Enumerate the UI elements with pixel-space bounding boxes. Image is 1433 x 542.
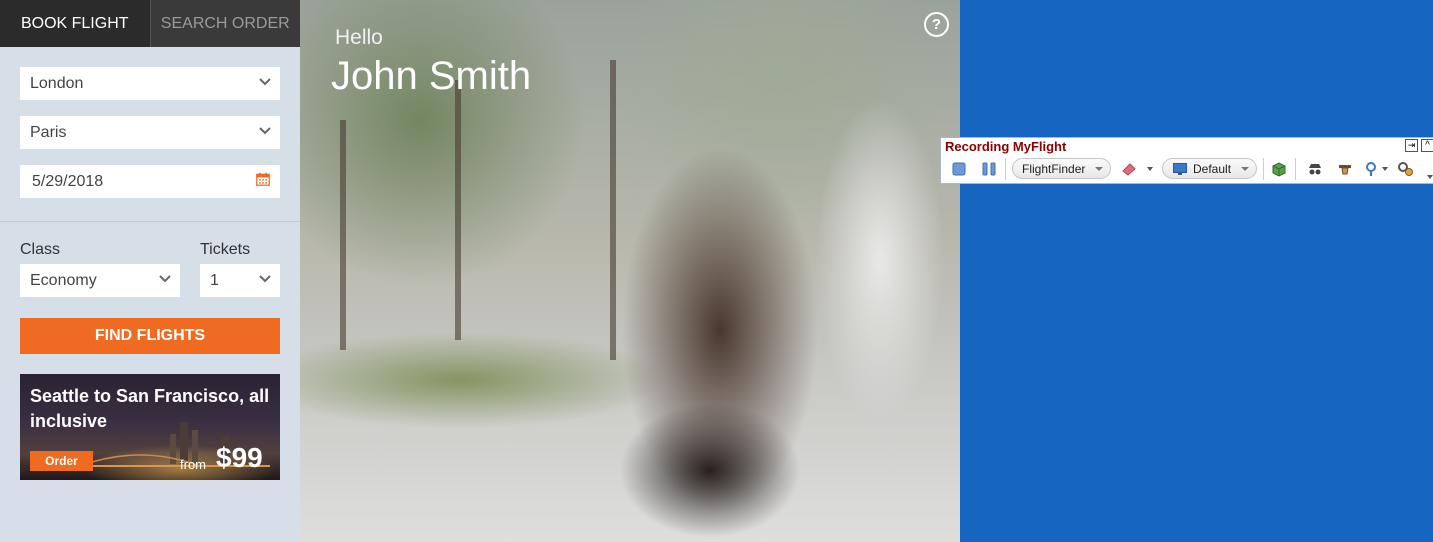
profile-selector-value: Default <box>1193 161 1232 176</box>
recording-title: Recording MyFlight <box>945 139 1067 154</box>
stop-button[interactable] <box>949 158 969 179</box>
tab-book-flight[interactable]: BOOK FLIGHT <box>0 0 150 47</box>
tickets-select[interactable]: 1 <box>200 264 280 297</box>
spy-button[interactable] <box>1305 158 1325 179</box>
booking-panel: BOOK FLIGHT SEARCH ORDER London Paris 5/… <box>0 0 300 542</box>
date-input[interactable]: 5/29/2018 <box>20 165 280 198</box>
pin-marker-icon <box>1366 161 1376 176</box>
eraser-button[interactable] <box>1119 158 1139 179</box>
chevron-down-icon[interactable] <box>1427 175 1433 179</box>
promo-banner[interactable]: Seattle to San Francisco, all inclusive … <box>20 374 280 480</box>
panel-tabs: BOOK FLIGHT SEARCH ORDER <box>0 0 300 47</box>
tickets-label: Tickets <box>200 241 251 258</box>
toolbar-separator <box>1295 158 1296 180</box>
chevron-down-icon <box>158 272 172 286</box>
chevron-down-icon[interactable] <box>1147 167 1153 171</box>
calendar-icon[interactable] <box>256 172 274 190</box>
collapse-icon[interactable]: ^ <box>1421 139 1433 152</box>
chevron-down-icon <box>1095 167 1103 171</box>
toolbar-separator <box>1263 158 1264 180</box>
app-selector-value: FlightFinder <box>1022 161 1086 176</box>
chevron-down-icon <box>1241 167 1249 171</box>
user-name: John Smith <box>331 54 532 98</box>
find-flights-button[interactable]: FIND FLIGHTS <box>20 318 280 354</box>
toolbar-separator <box>1005 158 1006 180</box>
from-city-select[interactable]: London <box>20 67 280 100</box>
chevron-down-icon <box>258 124 272 138</box>
app-selector-dropdown[interactable]: FlightFinder <box>1012 158 1111 179</box>
promo-price: $99 <box>216 442 263 473</box>
gears-icon <box>1398 161 1413 176</box>
cube-icon <box>1272 161 1286 177</box>
highlight-button[interactable] <box>1361 158 1381 179</box>
recording-toolbar: Recording MyFlight ⇥ ^ FlightFinder Defa… <box>940 137 1433 184</box>
profile-selector-dropdown[interactable]: Default <box>1162 158 1257 179</box>
chevron-down-icon <box>258 272 272 286</box>
greeting-hello: Hello <box>335 26 383 49</box>
from-city-value: London <box>30 74 84 92</box>
date-value: 5/29/2018 <box>32 172 104 190</box>
class-value: Economy <box>30 271 97 289</box>
tab-search-order[interactable]: SEARCH ORDER <box>149 0 301 47</box>
settings-button[interactable] <box>1396 158 1416 179</box>
pause-button[interactable] <box>979 158 999 179</box>
pin-icon[interactable]: ⇥ <box>1405 139 1418 152</box>
insert-checkpoint-button[interactable] <box>1335 158 1355 179</box>
spy-icon <box>1309 163 1321 174</box>
help-icon[interactable]: ? <box>924 12 949 37</box>
promo-title: Seattle to San Francisco, all inclusive <box>30 386 270 431</box>
promo-from-label: from <box>180 457 206 472</box>
class-select[interactable]: Economy <box>20 264 180 297</box>
promo-order-button[interactable]: Order <box>30 451 93 471</box>
hat-icon <box>1339 164 1351 174</box>
to-city-value: Paris <box>30 123 67 141</box>
object-spy-button[interactable] <box>1269 158 1289 179</box>
panel-divider <box>0 221 300 222</box>
class-label: Class <box>20 241 61 258</box>
tickets-value: 1 <box>210 271 219 289</box>
pause-icon <box>982 162 996 175</box>
chevron-down-icon[interactable] <box>1382 167 1388 171</box>
eraser-icon <box>1122 162 1136 176</box>
monitor-icon <box>1173 163 1187 175</box>
flight-app-window: BOOK FLIGHT SEARCH ORDER London Paris 5/… <box>0 0 960 542</box>
to-city-select[interactable]: Paris <box>20 116 280 149</box>
stop-icon <box>952 162 966 175</box>
chevron-down-icon <box>258 75 272 89</box>
